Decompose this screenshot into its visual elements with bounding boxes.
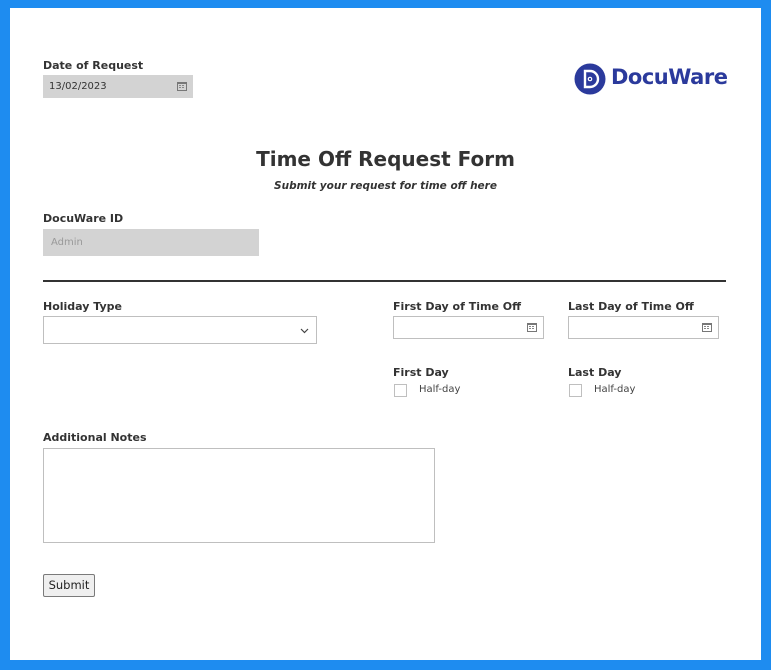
last-day-off-field[interactable] (568, 316, 719, 339)
docuware-id-label: DocuWare ID (43, 212, 124, 225)
last-day-label: Last Day (568, 366, 622, 379)
additional-notes-textarea[interactable] (43, 448, 435, 543)
last-day-half-day-label: Half-day (594, 384, 636, 395)
first-day-label: First Day (393, 366, 449, 379)
last-day-half-day-checkbox[interactable] (569, 384, 582, 397)
form-title: Time Off Request Form (256, 147, 515, 171)
calendar-icon[interactable] (177, 82, 187, 91)
holiday-type-label: Holiday Type (43, 300, 122, 313)
docuware-id-field[interactable]: Admin (43, 229, 259, 256)
calendar-icon[interactable] (527, 323, 537, 332)
last-day-off-label: Last Day of Time Off (568, 300, 694, 313)
section-divider (43, 280, 726, 282)
first-day-half-day-label: Half-day (419, 384, 461, 395)
docuware-logo: DocuWare (574, 63, 734, 95)
date-of-request-field[interactable]: 13/02/2023 (43, 75, 193, 98)
first-day-off-label: First Day of Time Off (393, 300, 522, 313)
docuware-logo-icon (574, 63, 606, 95)
submit-button[interactable]: Submit (43, 574, 95, 597)
first-day-off-field[interactable] (393, 316, 544, 339)
date-of-request-label: Date of Request (43, 59, 144, 72)
form-subtitle: Submit your request for time off here (274, 180, 497, 192)
calendar-icon[interactable] (702, 323, 712, 332)
docuware-id-placeholder: Admin (51, 237, 83, 248)
docuware-logo-text: DocuWare (611, 65, 728, 89)
chevron-down-icon[interactable] (300, 328, 309, 334)
holiday-type-select[interactable] (43, 316, 317, 344)
additional-notes-label: Additional Notes (43, 431, 147, 444)
first-day-half-day-checkbox[interactable] (394, 384, 407, 397)
form-page: Date of Request 13/02/2023 DocuWare Time… (10, 8, 761, 660)
date-of-request-value: 13/02/2023 (49, 81, 107, 92)
